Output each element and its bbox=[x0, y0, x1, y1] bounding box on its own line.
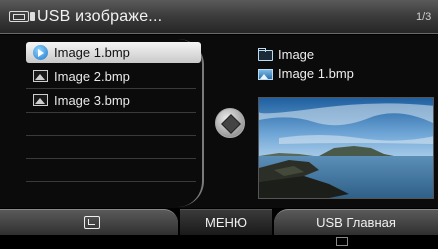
image-file-icon bbox=[33, 70, 48, 82]
list-item-image-2[interactable]: Image 2.bmp bbox=[26, 66, 201, 87]
folder-icon bbox=[258, 48, 273, 61]
divider bbox=[26, 112, 196, 113]
image-file-icon bbox=[33, 94, 48, 106]
divider bbox=[26, 135, 196, 136]
main-area: Image 1.bmp Image 2.bmp Image 3.bmp Imag… bbox=[0, 35, 438, 208]
file-list: Image 1.bmp Image 2.bmp Image 3.bmp bbox=[22, 39, 204, 207]
file-name: Image 1.bmp bbox=[278, 66, 354, 81]
usb-drive-icon bbox=[9, 11, 29, 22]
menu-button[interactable]: МЕНЮ bbox=[180, 209, 272, 235]
usb-plug-icon bbox=[30, 12, 35, 21]
divider bbox=[26, 181, 196, 182]
divider bbox=[26, 88, 196, 89]
list-item-label: Image 3.bmp bbox=[54, 93, 130, 108]
page-indicator: 1/3 bbox=[416, 11, 432, 23]
divider bbox=[26, 158, 196, 159]
navigation-knob-icon[interactable] bbox=[215, 108, 245, 138]
status-indicator-icon bbox=[336, 237, 348, 246]
list-item-image-3[interactable]: Image 3.bmp bbox=[26, 90, 201, 111]
back-button[interactable] bbox=[0, 209, 178, 235]
status-bar bbox=[0, 235, 438, 249]
image-preview bbox=[258, 97, 434, 199]
back-icon bbox=[84, 216, 100, 229]
list-item-image-1[interactable]: Image 1.bmp bbox=[26, 42, 201, 63]
list-item-label: Image 2.bmp bbox=[54, 69, 130, 84]
list-item-label: Image 1.bmp bbox=[54, 45, 130, 60]
title-bar: USB изображе... 1/3 bbox=[0, 0, 438, 34]
picture-icon bbox=[258, 69, 273, 80]
folder-name: Image bbox=[278, 47, 315, 62]
preview-panel: Image Image 1.bmp bbox=[255, 41, 438, 208]
usb-home-button[interactable]: USB Главная bbox=[274, 209, 438, 235]
play-icon bbox=[33, 45, 48, 60]
bottom-bar: МЕНЮ USB Главная bbox=[0, 209, 438, 235]
page-title: USB изображе... bbox=[37, 8, 163, 25]
